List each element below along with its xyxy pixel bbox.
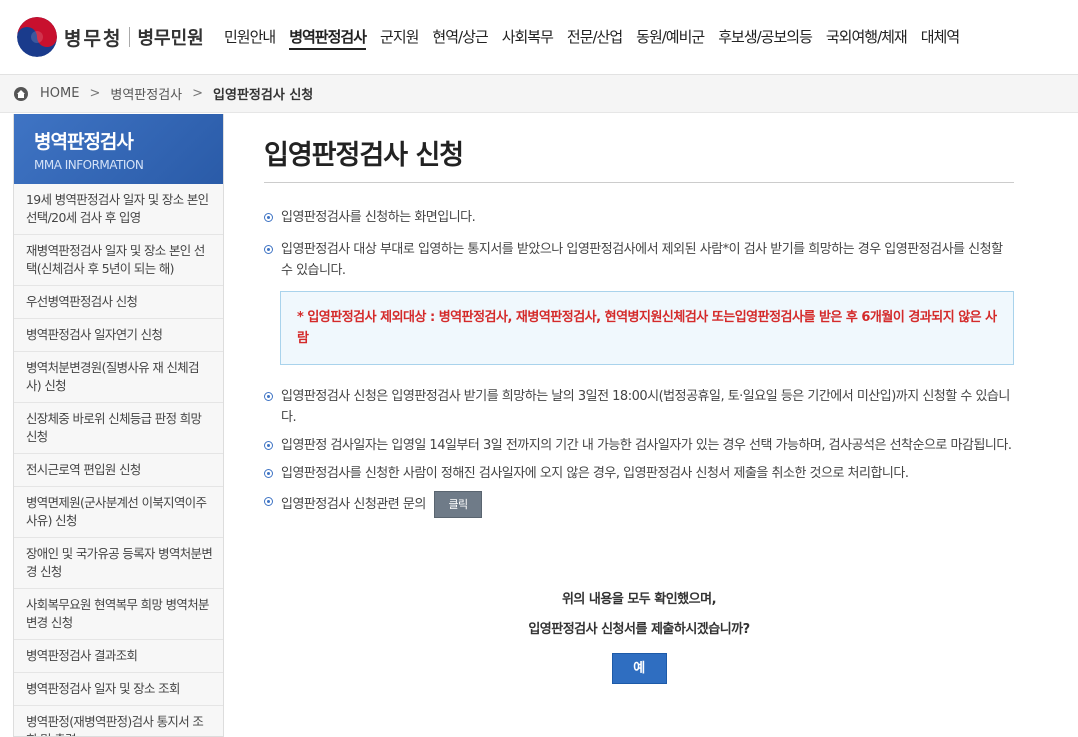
bullet-icon [264,392,273,401]
sidebar: 병역판정검사 MMA INFORMATION 19세 병역판정검사 일자 및 장… [13,114,224,737]
info-text: 입영판정 검사일자는 입영일 14일부터 3일 전까지의 기간 내 가능한 검사… [281,438,1012,453]
site-header: 병무청 병무민원 민원안내 병역판정검사 군지원 현역/상근 사회복무 전문/산… [0,0,1078,75]
breadcrumb: HOME > 병역판정검사 > 입영판정검사 신청 [0,75,1078,113]
info-text: 입영판정검사를 신청하는 화면입니다. [281,210,476,225]
confirm-line2: 입영판정검사 신청서를 제출하시겠습니까? [528,622,750,637]
gnb-item-civil[interactable]: 민원안내 [224,26,276,50]
main-content: 입영판정검사 신청 입영판정검사를 신청하는 화면입니다. 입영판정검사 대상 … [264,114,1014,684]
page-title: 입영판정검사 신청 [264,114,1014,183]
info-item: 입영판정검사 신청관련 문의 클릭 [264,491,1014,518]
gnb-item-reserve[interactable]: 동원/예비군 [636,26,705,50]
logo-sub: 병무민원 [137,28,204,49]
info-item: 입영판정검사 대상 부대로 입영하는 통지서를 받았으나 입영판정검사에서 제외… [264,239,1014,281]
logo-name: 병무청 [64,27,123,50]
info-item: 입영판정검사를 신청한 사람이 정해진 검사일자에 오지 않은 경우, 입영판정… [264,463,1014,484]
bullet-icon [264,213,273,222]
sidebar-item[interactable]: 신장체중 바로위 신체등급 판정 희망 신청 [14,403,223,454]
info-text: 입영판정검사 대상 부대로 입영하는 통지서를 받았으나 입영판정검사에서 제외… [281,242,1003,278]
gnb-item-active[interactable]: 현역/상근 [432,26,488,50]
exclusion-notice: * 입영판정검사 제외대상 : 병역판정검사, 재병역판정검사, 현역병지원신체… [280,291,1014,365]
sidebar-item[interactable]: 사회복무요원 현역복무 희망 병역처분변경 신청 [14,589,223,640]
sidebar-item[interactable]: 우선병역판정검사 신청 [14,286,223,319]
breadcrumb-home[interactable]: HOME [40,86,79,101]
sidebar-item[interactable]: 재병역판정검사 일자 및 장소 본인 선택(신체검사 후 5년이 되는 해) [14,235,223,286]
sidebar-item[interactable]: 병역판정검사 일자연기 신청 [14,319,223,352]
bullet-icon [264,497,273,506]
home-icon[interactable] [14,86,28,101]
breadcrumb-sep: > [89,86,101,101]
logo-divider [129,27,131,47]
yes-button[interactable]: 예 [611,653,667,684]
inquiry-label: 입영판정검사 신청관련 문의 [281,497,426,512]
gnb-item-overseas[interactable]: 국외여행/체재 [826,26,908,50]
breadcrumb-sep: > [192,86,204,101]
info-item: 입영판정검사를 신청하는 화면입니다. [264,207,1014,228]
global-nav: 민원안내 병역판정검사 군지원 현역/상근 사회복무 전문/산업 동원/예비군 … [224,26,973,50]
bullet-icon [264,245,273,254]
sidebar-header: 병역판정검사 MMA INFORMATION [14,114,223,184]
sidebar-item[interactable]: 장애인 및 국가유공 등록자 병역처분변경 신청 [14,538,223,589]
info-item: 입영판정 검사일자는 입영일 14일부터 3일 전까지의 기간 내 가능한 검사… [264,435,1014,456]
gnb-item-enlist[interactable]: 군지원 [380,26,419,50]
sidebar-subtitle: MMA INFORMATION [34,158,144,172]
site-logo[interactable]: 병무청 병무민원 [17,17,204,57]
gnb-item-exam[interactable]: 병역판정검사 [289,26,367,50]
sidebar-title: 병역판정검사 [34,131,134,153]
breadcrumb-current: 입영판정검사 신청 [213,88,314,103]
info-list-bottom: 입영판정검사 신청은 입영판정검사 받기를 희망하는 날의 3일전 18:00시… [264,386,1014,518]
info-text: 입영판정검사 신청은 입영판정검사 받기를 희망하는 날의 3일전 18:00시… [281,389,1010,425]
gnb-item-expert[interactable]: 전문/산업 [567,26,623,50]
sidebar-item[interactable]: 병역판정검사 일자 및 장소 조회 [14,673,223,706]
gnb-item-candidate[interactable]: 후보생/공보의등 [718,26,813,50]
bullet-icon [264,469,273,478]
gnb-item-social[interactable]: 사회복무 [502,26,554,50]
gnb-item-alternative[interactable]: 대체역 [921,26,960,50]
info-text: 입영판정검사를 신청한 사람이 정해진 검사일자에 오지 않은 경우, 입영판정… [281,466,909,481]
confirm-line1: 위의 내용을 모두 확인했으며, [561,592,717,607]
info-item: 입영판정검사 신청은 입영판정검사 받기를 희망하는 날의 3일전 18:00시… [264,386,1014,428]
sidebar-item[interactable]: 병역처분변경원(질병사유 재 신체검사) 신청 [14,352,223,403]
sidebar-item[interactable]: 병역면제원(군사분계선 이북지역이주사유) 신청 [14,487,223,538]
breadcrumb-level1[interactable]: 병역판정검사 [110,84,182,103]
taegeuk-logo-icon [17,17,57,57]
inquiry-button[interactable]: 클릭 [434,491,482,518]
sidebar-item[interactable]: 병역판정(재병역판정)검사 통지서 조회 및 출력 [14,706,223,736]
sidebar-menu: 19세 병역판정검사 일자 및 장소 본인선택/20세 검사 후 입영 재병역판… [14,184,223,736]
sidebar-item[interactable]: 전시근로역 편입원 신청 [14,454,223,487]
bullet-icon [264,441,273,450]
info-list-top: 입영판정검사를 신청하는 화면입니다. 입영판정검사 대상 부대로 입영하는 통… [264,207,1014,281]
confirm-block: 위의 내용을 모두 확인했으며, 입영판정검사 신청서를 제출하시겠습니까? 예 [264,585,1014,684]
sidebar-item[interactable]: 병역판정검사 결과조회 [14,640,223,673]
sidebar-item[interactable]: 19세 병역판정검사 일자 및 장소 본인선택/20세 검사 후 입영 [14,184,223,235]
